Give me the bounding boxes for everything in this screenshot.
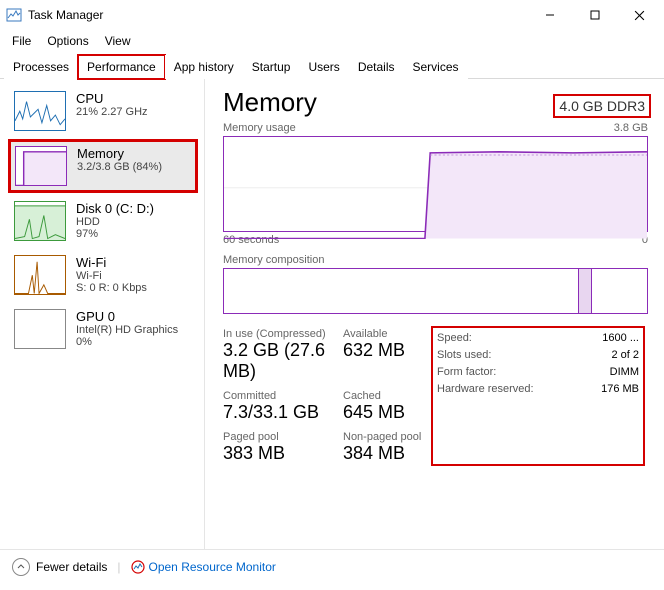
gpu-sub1: Intel(R) HD Graphics <box>76 324 178 336</box>
nonpaged-label: Non-paged pool <box>343 431 433 443</box>
available-value: 632 MB <box>343 340 433 361</box>
memory-title: Memory <box>77 146 162 161</box>
menubar: File Options View <box>0 30 664 52</box>
form-factor-label: Form factor: <box>437 364 496 381</box>
titlebar: Task Manager <box>0 0 664 30</box>
sidebar-item-disk[interactable]: Disk 0 (C: D:) HDD 97% <box>10 197 196 245</box>
cpu-thumb <box>14 91 66 131</box>
tab-startup[interactable]: Startup <box>243 55 300 79</box>
nonpaged-value: 384 MB <box>343 443 433 464</box>
sidebar-item-wifi[interactable]: Wi-Fi Wi-Fi S: 0 R: 0 Kbps <box>10 251 196 299</box>
wifi-thumb <box>14 255 66 295</box>
paged-label: Paged pool <box>223 431 343 443</box>
speed-value: 1600 ... <box>602 330 639 347</box>
available-label: Available <box>343 328 433 340</box>
fewer-details-label: Fewer details <box>36 560 107 574</box>
sidebar-item-memory[interactable]: Memory 3.2/3.8 GB (84%) <box>10 141 196 191</box>
comp-in-use <box>224 269 579 313</box>
menu-file[interactable]: File <box>4 32 39 50</box>
hw-reserved-value: 176 MB <box>601 381 639 398</box>
menu-options[interactable]: Options <box>39 32 96 50</box>
wifi-title: Wi-Fi <box>76 255 147 270</box>
performance-sidebar: CPU 21% 2.27 GHz Memory 3.2/3.8 GB (84%) <box>0 79 205 549</box>
sidebar-item-gpu[interactable]: GPU 0 Intel(R) HD Graphics 0% <box>10 305 196 353</box>
tab-details[interactable]: Details <box>349 55 404 79</box>
tab-app-history[interactable]: App history <box>165 55 243 79</box>
gpu-title: GPU 0 <box>76 309 178 324</box>
memory-composition-graph <box>223 268 648 314</box>
open-resource-monitor-link[interactable]: Open Resource Monitor <box>131 560 276 574</box>
paged-value: 383 MB <box>223 443 343 464</box>
open-resource-monitor-label: Open Resource Monitor <box>149 560 276 574</box>
resource-monitor-icon <box>131 560 145 574</box>
usage-graph-max: 3.8 GB <box>614 122 648 134</box>
memory-spec-table: Speed: 1600 ... Slots used: 2 of 2 Form fa… <box>433 328 643 464</box>
committed-label: Committed <box>223 390 343 402</box>
composition-label: Memory composition <box>223 254 648 266</box>
bottom-bar: Fewer details | Open Resource Monitor <box>0 549 664 584</box>
chevron-up-icon <box>12 558 30 576</box>
minimize-button[interactable] <box>527 0 572 30</box>
cached-value: 645 MB <box>343 402 433 423</box>
memory-thumb <box>15 146 67 186</box>
slots-value: 2 of 2 <box>611 347 639 364</box>
main-split: CPU 21% 2.27 GHz Memory 3.2/3.8 GB (84%) <box>0 79 664 549</box>
fewer-details-button[interactable]: Fewer details <box>12 558 107 576</box>
comp-free <box>592 269 647 313</box>
disk-title: Disk 0 (C: D:) <box>76 201 154 216</box>
sidebar-item-cpu[interactable]: CPU 21% 2.27 GHz <box>10 87 196 135</box>
in-use-label: In use (Compressed) <box>223 328 343 340</box>
tab-strip: Processes Performance App history Startu… <box>0 54 664 79</box>
hw-reserved-label: Hardware reserved: <box>437 381 534 398</box>
tab-users[interactable]: Users <box>299 55 348 79</box>
maximize-button[interactable] <box>572 0 617 30</box>
in-use-value: 3.2 GB (27.6 MB) <box>223 340 343 382</box>
memory-stats: In use (Compressed) 3.2 GB (27.6 MB) Ava… <box>223 328 648 464</box>
memory-capacity: 4.0 GB DDR3 <box>556 97 648 115</box>
close-button[interactable] <box>617 0 662 30</box>
usage-graph-label: Memory usage <box>223 122 296 134</box>
window-title: Task Manager <box>28 8 103 22</box>
speed-label: Speed: <box>437 330 472 347</box>
wifi-sub2: S: 0 R: 0 Kbps <box>76 282 147 294</box>
gpu-thumb <box>14 309 66 349</box>
wifi-sub1: Wi-Fi <box>76 270 147 282</box>
menu-view[interactable]: View <box>97 32 139 50</box>
cpu-sub: 21% 2.27 GHz <box>76 106 148 118</box>
gpu-sub2: 0% <box>76 336 178 348</box>
slots-label: Slots used: <box>437 347 491 364</box>
memory-sub: 3.2/3.8 GB (84%) <box>77 161 162 173</box>
task-manager-icon <box>6 7 22 23</box>
disk-sub1: HDD <box>76 216 154 228</box>
memory-usage-graph <box>223 136 648 232</box>
detail-pane: Memory 4.0 GB DDR3 Memory usage 3.8 GB 6… <box>205 79 664 549</box>
tab-services[interactable]: Services <box>404 55 468 79</box>
committed-value: 7.3/33.1 GB <box>223 402 343 423</box>
disk-sub2: 97% <box>76 228 154 240</box>
disk-thumb <box>14 201 66 241</box>
divider: | <box>117 560 120 574</box>
cached-label: Cached <box>343 390 433 402</box>
detail-title: Memory <box>223 87 317 118</box>
form-factor-value: DIMM <box>610 364 639 381</box>
tab-performance[interactable]: Performance <box>78 55 165 79</box>
tab-processes[interactable]: Processes <box>4 55 78 79</box>
cpu-title: CPU <box>76 91 148 106</box>
comp-standby <box>579 269 592 313</box>
